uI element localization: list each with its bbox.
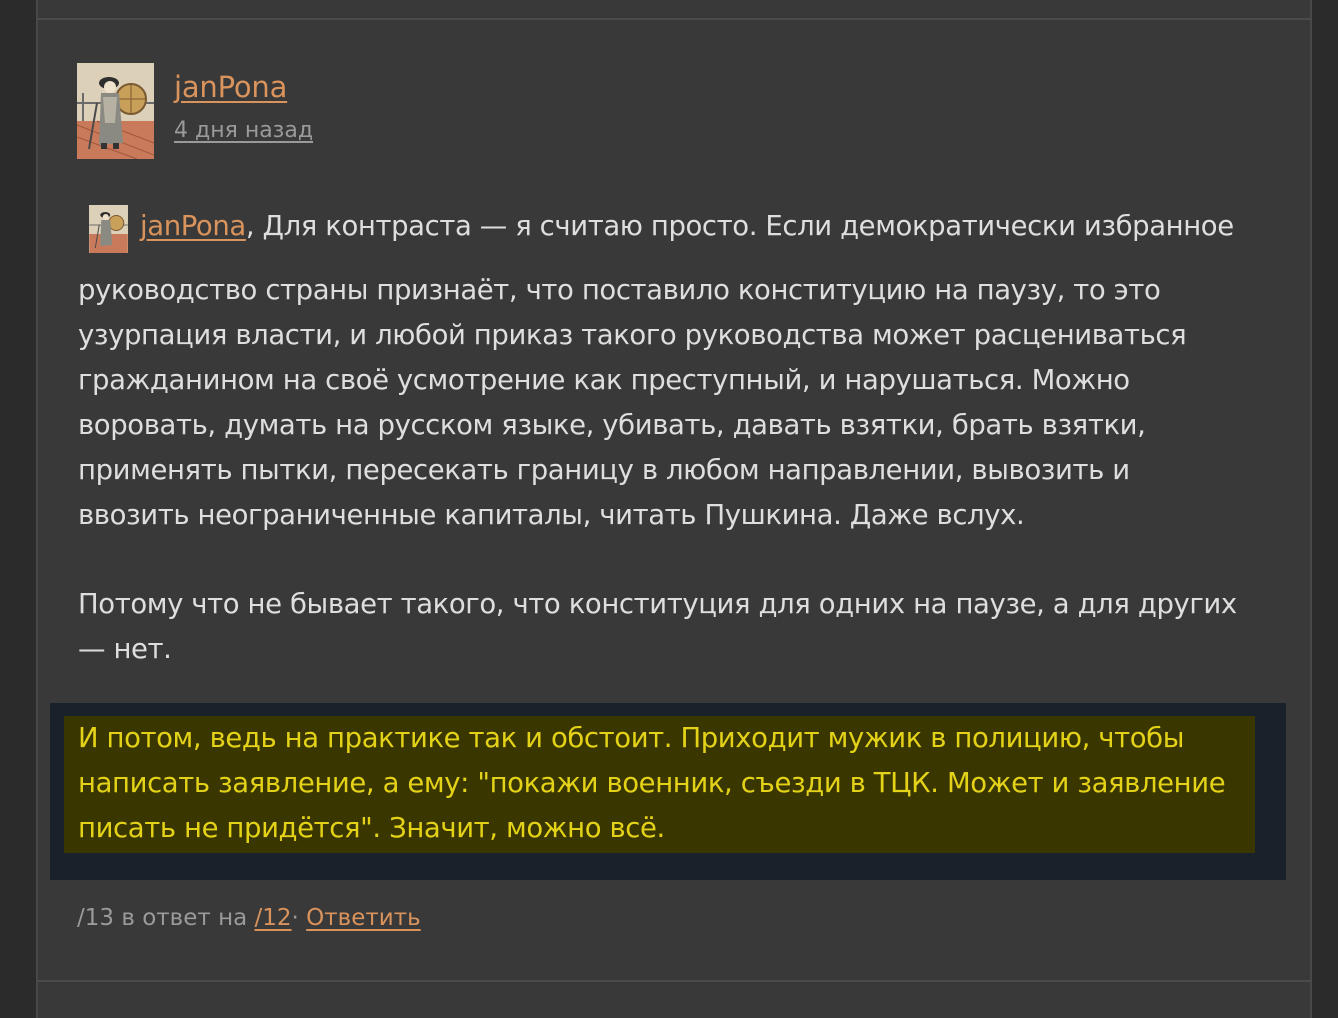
author-name-link[interactable]: janPona: [174, 70, 287, 104]
mention-avatar: [89, 205, 128, 253]
paragraph-1-line: руководство страны признаёт, что постави…: [78, 274, 1161, 306]
reply-button[interactable]: Ответить: [306, 905, 421, 931]
comment-number: /13: [77, 905, 115, 931]
highlighted-paragraph: И потом, ведь на практике так и обстоит.…: [78, 716, 1226, 851]
mention-link[interactable]: janPona: [140, 210, 246, 242]
paragraph-1-line: узурпация власти, и любой приказ такого …: [78, 319, 1187, 351]
first-line-text: , Для контраста — я считаю просто. Если …: [245, 210, 1234, 242]
reply-to-link[interactable]: /12: [255, 905, 292, 931]
first-line: janPona, Для контраста — я считаю просто…: [140, 204, 1234, 249]
top-divider: [36, 18, 1312, 20]
paragraph-2: Потому что не бывает такого, что констит…: [78, 582, 1237, 672]
paragraph-1: руководство страны признаёт, что постави…: [78, 268, 1187, 538]
paragraph-1-line: ввозить неограниченные капиталы, читать …: [78, 499, 1025, 531]
footer-separator: ·: [291, 905, 299, 931]
paragraph-2-line: Потому что не бывает такого, что констит…: [78, 588, 1237, 620]
bottom-divider: [36, 980, 1312, 982]
highlight-line: писать не придётся". Значит, можно всё.: [78, 812, 665, 844]
author-avatar[interactable]: [77, 63, 154, 159]
reply-to-label: в ответ на: [121, 905, 248, 931]
highlight-line: написать заявление, а ему: "покажи военн…: [78, 767, 1226, 799]
paragraph-1-line: применять пытки, пересекать границу в лю…: [78, 454, 1130, 486]
paragraph-1-line: гражданином на своё усмотрение как прест…: [78, 364, 1130, 396]
paragraph-1-line: воровать, думать на русском языке, убива…: [78, 409, 1146, 441]
highlight-line: И потом, ведь на практике так и обстоит.…: [78, 722, 1185, 754]
comment-date-link[interactable]: 4 дня назад: [174, 118, 313, 143]
paragraph-2-line: — нет.: [78, 633, 172, 665]
comment-footer: /13 в ответ на /12· Ответить: [77, 905, 421, 931]
